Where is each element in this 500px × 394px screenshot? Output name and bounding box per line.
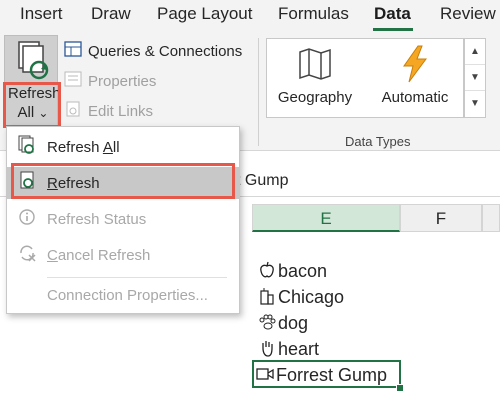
edit-links-label: Edit Links [88, 102, 154, 120]
gallery-scroll: ▲ ▼ ▼ [464, 38, 486, 118]
data-types-gallery: Geography Automatic [266, 38, 464, 118]
refresh-all-icon [7, 135, 47, 159]
menu-item-connection-properties[interactable]: Connection Properties... [7, 279, 239, 311]
gallery-down-button[interactable]: ▼ [465, 65, 485, 91]
menu-item-label: Refresh All [47, 138, 120, 156]
cell-e4[interactable]: heart [258, 336, 319, 362]
data-types-group-label: Data Types [345, 134, 411, 149]
paw-icon [258, 314, 276, 333]
menu-item-refresh-all[interactable]: Refresh All [7, 131, 239, 163]
cell-text: dog [278, 312, 309, 333]
gallery-more-button[interactable]: ▼ [465, 91, 485, 116]
building-icon [258, 287, 276, 308]
menu-item-label: Refresh Status [47, 210, 147, 228]
geography-data-type-button[interactable]: Geography [267, 39, 363, 117]
refresh-all-icon [15, 40, 51, 85]
formula-bar-value: t Gump [236, 172, 289, 189]
apple-icon [258, 261, 276, 282]
edit-links-icon [64, 101, 82, 121]
gallery-up-button[interactable]: ▲ [465, 39, 485, 65]
automatic-label: Automatic [381, 89, 449, 106]
fill-handle[interactable] [396, 384, 404, 392]
tab-formulas[interactable]: Formulas [278, 4, 349, 24]
cancel-refresh-icon [7, 243, 47, 267]
properties-icon [64, 71, 82, 91]
active-cell-border [252, 360, 401, 388]
cell-e3[interactable]: dog [258, 310, 308, 336]
tab-page-layout[interactable]: Page Layout [157, 4, 252, 24]
tab-data[interactable]: Data [374, 4, 411, 24]
queries-connections-button[interactable]: Queries & Connections [64, 41, 242, 61]
refresh-highlight [11, 163, 235, 199]
tab-insert[interactable]: Insert [20, 4, 63, 24]
refresh-dropdown-menu: Refresh All Refresh Refresh Status Cance… [6, 126, 240, 314]
queries-connections-icon [64, 41, 82, 61]
menu-item-cancel-refresh[interactable]: Cancel Refresh [7, 239, 239, 271]
geography-label: Geography [277, 89, 353, 106]
queries-connections-label: Queries & Connections [88, 42, 243, 60]
ribbon-separator [258, 38, 259, 146]
menu-separator [47, 277, 227, 278]
hand-icon [258, 339, 276, 360]
lightning-icon [367, 45, 463, 87]
column-header-f[interactable]: F [400, 204, 482, 232]
menu-item-refresh-status[interactable]: Refresh Status [7, 203, 239, 235]
cell-e1[interactable]: bacon [258, 258, 327, 284]
column-header-g[interactable] [482, 204, 500, 232]
cell-text: heart [278, 338, 320, 359]
menu-item-label: Connection Properties... [47, 286, 208, 304]
tab-draw[interactable]: Draw [91, 4, 131, 24]
cell-text: Chicago [278, 286, 345, 307]
column-header-e[interactable]: E [252, 204, 400, 232]
edit-links-button[interactable]: Edit Links [64, 101, 153, 121]
refresh-all-highlight [3, 82, 61, 128]
map-icon [267, 47, 363, 85]
menu-item-label: Cancel Refresh [47, 246, 151, 264]
properties-label: Properties [88, 72, 157, 90]
info-icon [7, 208, 47, 230]
chevron-up-icon: ▲ [470, 46, 480, 57]
automatic-data-type-button[interactable]: Automatic [367, 39, 463, 117]
cell-text: bacon [278, 260, 328, 281]
cell-e2[interactable]: Chicago [258, 284, 344, 310]
more-icon: ▼ [470, 98, 480, 109]
chevron-down-icon: ▼ [470, 72, 480, 83]
ribbon-tab-bar: Insert Draw Page Layout Formulas Data Re… [0, 0, 500, 32]
properties-button[interactable]: Properties [64, 71, 156, 91]
tab-review[interactable]: Review [440, 4, 496, 24]
active-tab-indicator [373, 28, 413, 31]
